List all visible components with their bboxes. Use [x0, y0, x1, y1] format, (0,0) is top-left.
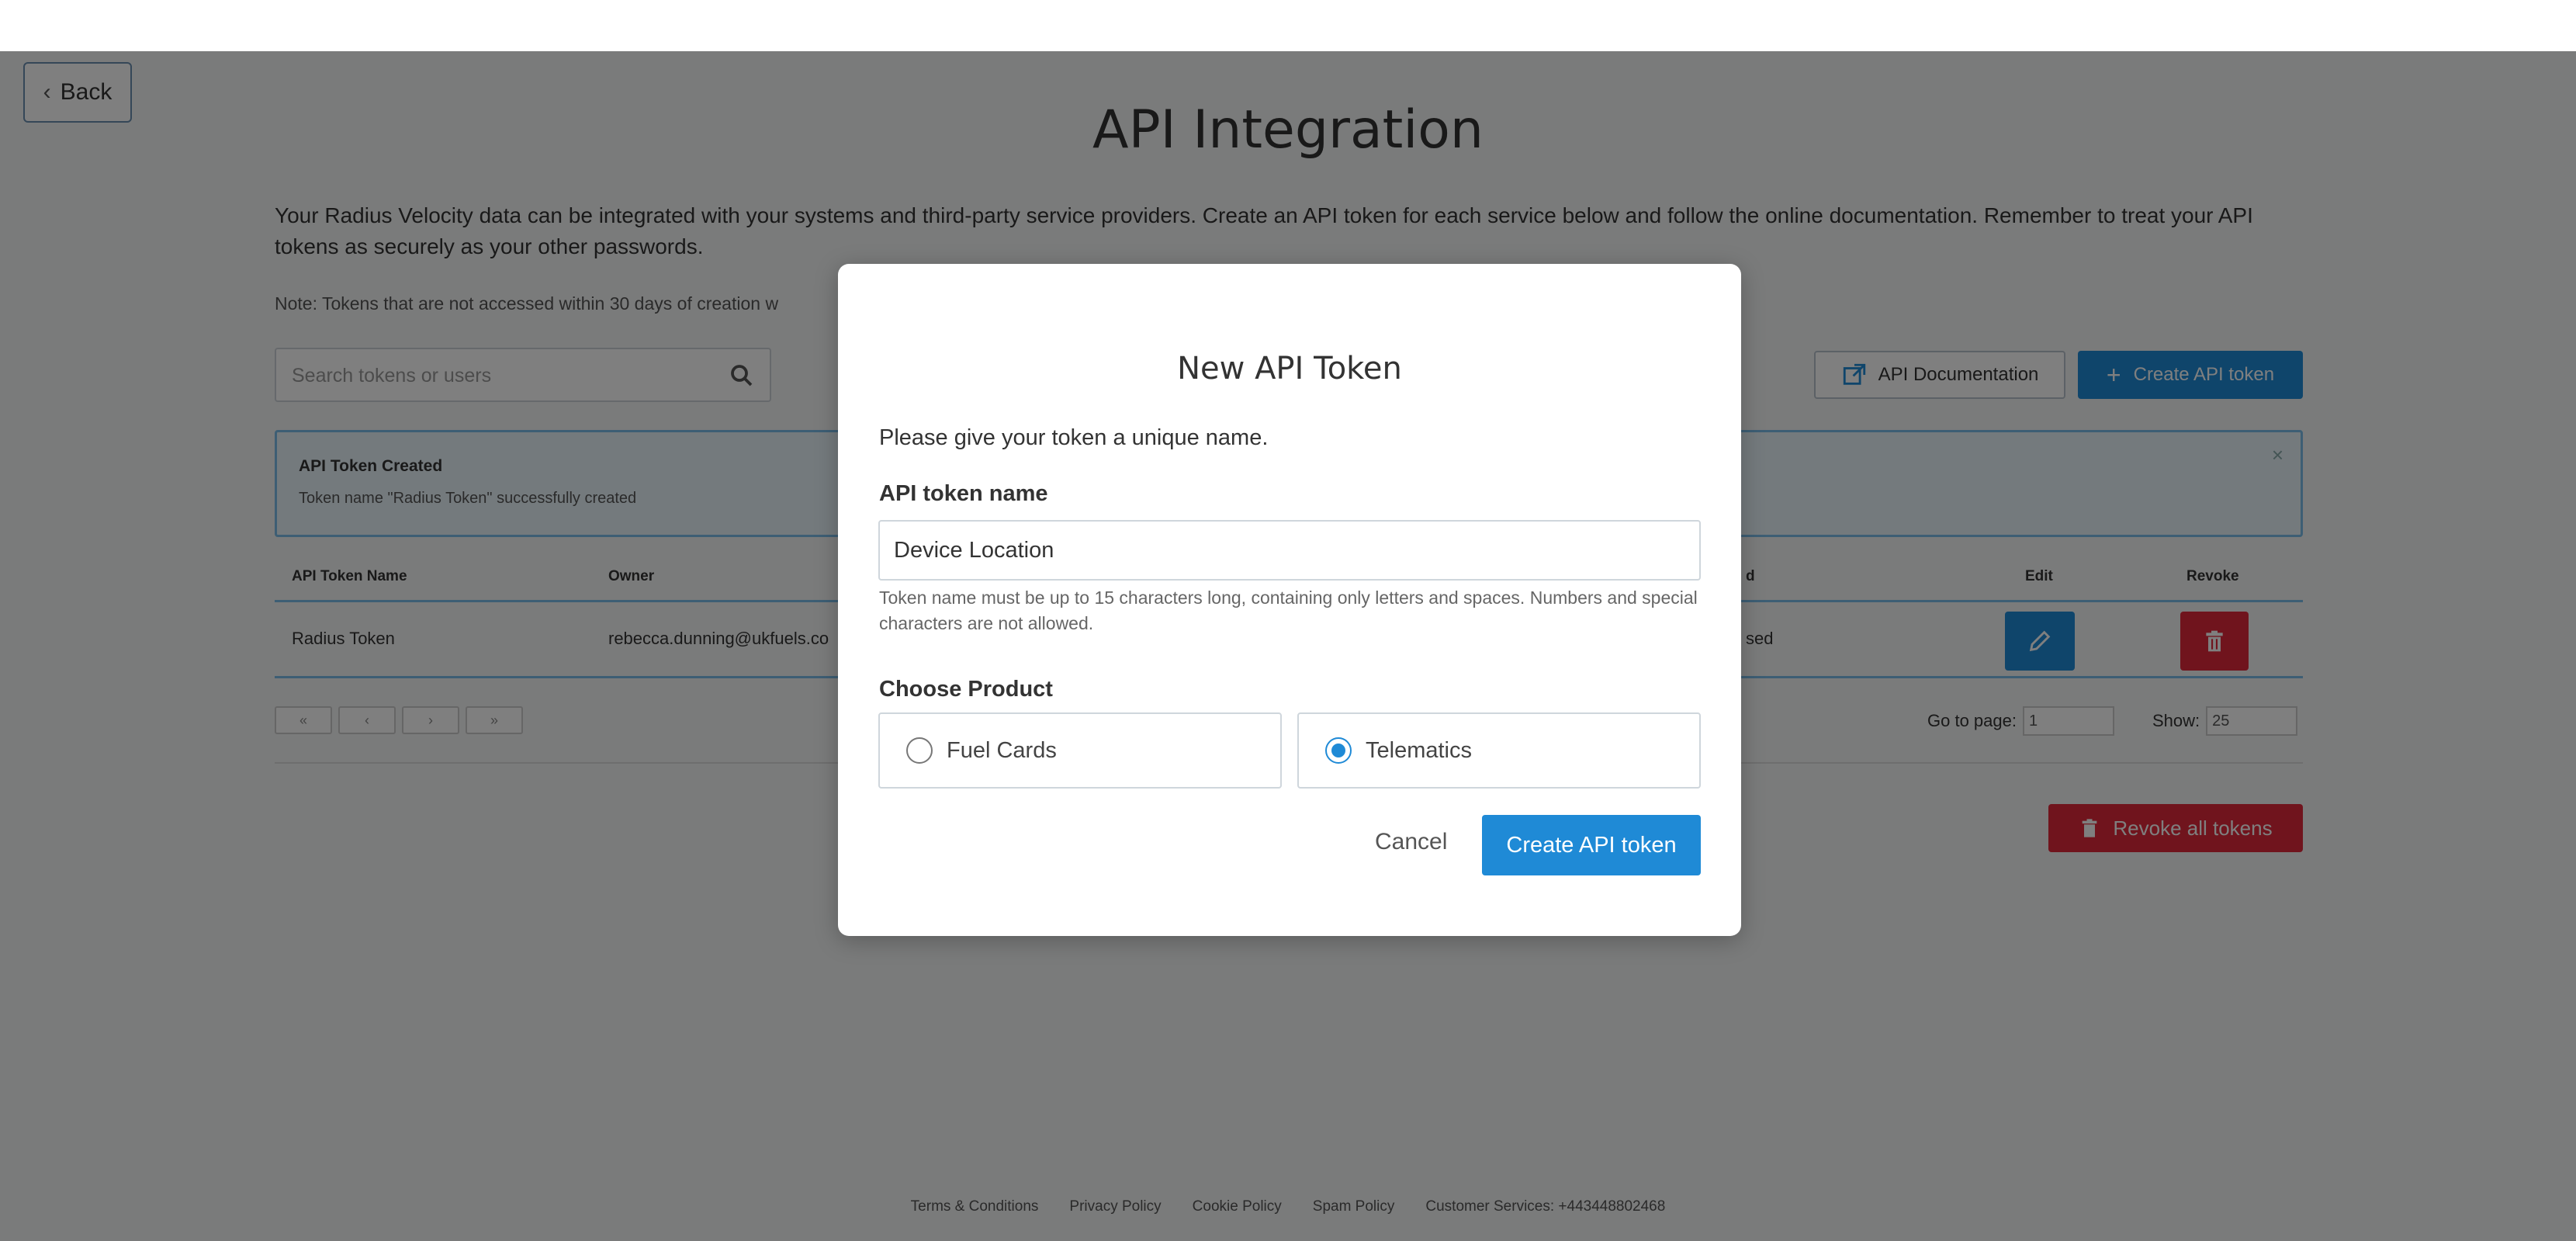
token-name-help-text: Token name must be up to 15 characters l…: [879, 588, 1698, 633]
fuel-cards-radio[interactable]: [906, 737, 933, 764]
cancel-button[interactable]: Cancel: [1375, 829, 1447, 855]
dialog-title: New API Token: [1177, 351, 1402, 387]
new-api-token-dialog: New API Token Please give your token a u…: [838, 264, 1741, 936]
telematics-label: Telematics: [1366, 737, 1472, 763]
product-option-telematics[interactable]: Telematics: [1297, 712, 1701, 789]
product-option-fuel-cards[interactable]: Fuel Cards: [878, 712, 1282, 789]
create-api-token-submit-button[interactable]: Create API token: [1482, 815, 1701, 875]
token-name-label: API token name: [879, 481, 1048, 506]
token-name-input[interactable]: [878, 520, 1701, 581]
fuel-cards-label: Fuel Cards: [947, 737, 1057, 763]
telematics-radio[interactable]: [1325, 737, 1352, 764]
dialog-instruction: Please give your token a unique name.: [879, 425, 1269, 450]
choose-product-label: Choose Product: [879, 677, 1053, 702]
top-bar: [0, 0, 2576, 51]
